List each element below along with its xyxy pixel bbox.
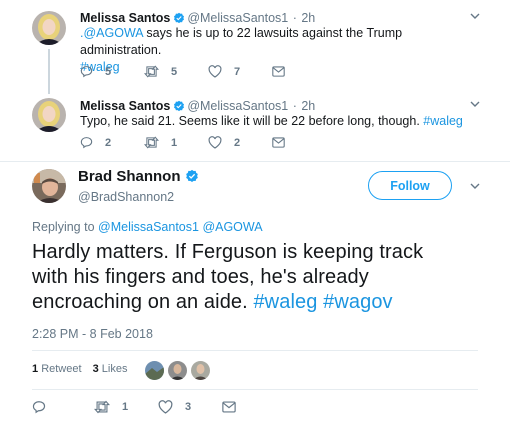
envelope-icon [272,66,285,77]
main-author: Brad Shannon @BradShannon2 [78,168,201,204]
avatar-melissa-santos[interactable] [32,98,66,132]
replying-to: Replying to @MelissaSantos1 @AGOWA [32,220,263,234]
message-button[interactable] [222,400,262,414]
retweet-icon [144,136,159,149]
reply-icon [80,66,93,78]
author-handle[interactable]: @BradShannon2 [78,190,201,204]
envelope-icon [222,401,236,413]
tweet-timestamp[interactable]: 2:28 PM - 8 Feb 2018 [32,327,153,341]
reply-icon [32,401,46,414]
avatar-melissa-santos[interactable] [32,11,66,45]
retweet-icon [144,65,159,78]
like-button[interactable]: 2 [208,136,272,149]
mention-link[interactable]: .@AGOWA [80,26,143,40]
reply2-actions: 2 1 2 [80,136,400,149]
chevron-down-icon[interactable] [468,179,482,198]
reply-button[interactable]: 5 [80,65,144,78]
heart-icon [208,65,222,78]
hashtag-link[interactable]: #wagov [323,291,393,313]
hashtag-link[interactable]: #waleg [253,291,317,313]
divider [32,389,478,390]
divider [32,350,478,351]
author-name[interactable]: Melissa Santos [80,99,170,113]
hashtag-link[interactable]: #waleg [423,114,463,128]
follow-button[interactable]: Follow [368,171,452,200]
like-button[interactable]: 3 [158,400,222,414]
tweet-text: Typo, he said 21. Seems like it will be … [80,114,463,128]
avatar-brad-shannon[interactable] [32,169,66,203]
like-stat[interactable]: 3 Likes [93,363,128,375]
author-name[interactable]: Melissa Santos [80,11,170,25]
reply1-actions: 5 5 7 [80,65,400,78]
message-button[interactable] [272,65,312,78]
main-tweet-text: Hardly matters. If Ferguson is keeping t… [32,241,424,313]
author-handle[interactable]: @MelissaSantos1 [187,11,288,25]
author-handle[interactable]: @MelissaSantos1 [187,99,288,113]
liker-avatar[interactable] [145,361,164,380]
thread-line [48,49,50,94]
heart-icon [158,400,173,414]
mention-link[interactable]: @MelissaSantos1 [98,220,199,234]
liker-avatar[interactable] [168,361,187,380]
message-button[interactable] [272,136,312,149]
mention-link[interactable]: @AGOWA [202,220,262,234]
retweet-button[interactable]: 1 [144,136,208,149]
separator-dot: · [292,99,297,113]
separator-dot: · [292,11,297,25]
tweet-time[interactable]: 2h [301,99,315,113]
reply-button[interactable] [32,400,94,414]
reply-button[interactable]: 2 [80,136,144,149]
liker-avatar[interactable] [191,361,210,380]
heart-icon [208,136,222,149]
envelope-icon [272,137,285,148]
author-name[interactable]: Brad Shannon [78,168,181,185]
tweet-time[interactable]: 2h [301,11,315,25]
tweet-stats: 1 Retweet 3 Likes [32,363,127,375]
retweet-button[interactable]: 1 [94,400,158,414]
retweet-stat[interactable]: 1 Retweet [32,363,82,375]
like-button[interactable]: 7 [208,65,272,78]
divider [0,161,510,162]
liker-avatars [145,361,210,380]
reply-icon [80,137,93,149]
verified-icon [185,169,199,188]
retweet-button[interactable]: 5 [144,65,208,78]
retweet-icon [94,400,110,414]
main-actions: 1 3 [32,400,352,414]
